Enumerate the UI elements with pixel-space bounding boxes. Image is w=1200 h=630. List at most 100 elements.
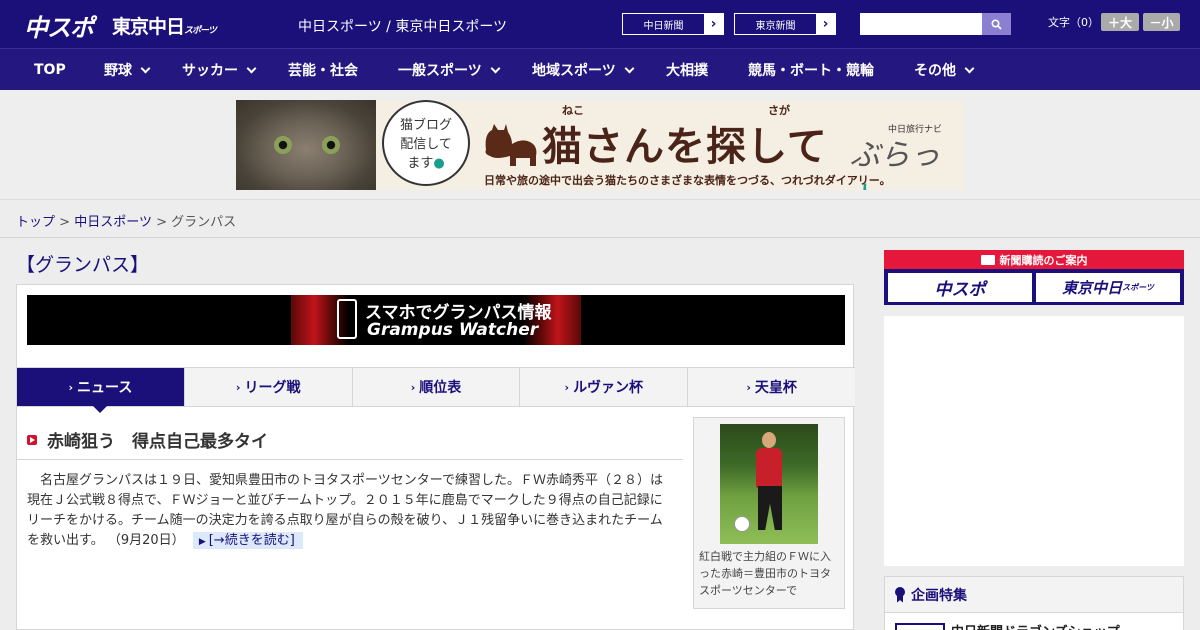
read-more-link[interactable]: ▶ [→続きを読む] xyxy=(192,532,303,549)
breadcrumb: トップ > 中日スポーツ > グランパス xyxy=(0,201,1200,238)
cat-photo xyxy=(236,100,376,190)
chevron-down-icon xyxy=(140,63,151,73)
breadcrumb-current: グランパス xyxy=(171,215,237,230)
triangle-right-icon: ▶ xyxy=(198,537,206,547)
bubble-line-text: ます xyxy=(407,156,434,171)
chuspo-subscribe-link[interactable]: 中スポ xyxy=(888,273,1032,302)
article-date: （9月20日） xyxy=(107,533,185,548)
chevron-right-icon: › xyxy=(235,380,241,394)
article-body: 名古屋グランパスは１９日、愛知県豊田市のトヨタスポーツセンターで練習した。ＦＷ赤… xyxy=(27,471,673,552)
chevron-down-icon xyxy=(246,63,257,73)
feature-thumbnail[interactable] xyxy=(895,623,945,630)
font-bigger-button[interactable]: ＋大 xyxy=(1101,13,1139,31)
chevron-right-icon: › xyxy=(410,380,416,394)
font-smaller-button[interactable]: －小 xyxy=(1143,13,1180,31)
breadcrumb-chunichi-sports-link[interactable]: 中日スポーツ xyxy=(74,215,152,230)
main-card: スマホでグランパス情報 Grampus Watcher › ニュース › リーグ戦 … xyxy=(16,284,855,630)
nav-item-label: サッカー xyxy=(182,63,238,79)
tab-league[interactable]: › リーグ戦 xyxy=(185,368,353,406)
subscription-header: 新聞購読のご案内 xyxy=(884,250,1184,269)
grampus-watcher-line2: Grampus Watcher xyxy=(367,320,539,340)
search-input[interactable] xyxy=(860,13,982,35)
article-photo[interactable] xyxy=(720,424,818,544)
tokyo-shimbun-link[interactable]: 東京新聞 › xyxy=(734,13,836,35)
nav-item-other[interactable]: その他 xyxy=(914,49,975,91)
nav-item-label: 一般スポーツ xyxy=(398,63,482,79)
nav-item-entertainment[interactable]: 芸能・社会 xyxy=(288,49,358,91)
tokyo-shimbun-label: 東京新聞 xyxy=(735,14,816,34)
page-title: 【グランパス】 xyxy=(16,254,150,276)
nav-item-label: 地域スポーツ xyxy=(532,63,616,79)
chevron-down-icon xyxy=(624,63,635,73)
banner-title: 猫さんを探して xyxy=(542,123,828,170)
player-legs xyxy=(758,486,782,530)
nav-item-label: その他 xyxy=(914,63,956,79)
nav-item-top[interactable]: TOP xyxy=(34,49,66,91)
nav-item-sumo[interactable]: 大相撲 xyxy=(666,49,708,91)
nav-item-label: 大相撲 xyxy=(666,63,708,79)
tokyo-chunichi-subscribe-small: スポーツ xyxy=(1122,283,1154,292)
nav-item-label: 競馬・ボート・競輪 xyxy=(748,63,874,79)
newspaper-icon xyxy=(980,254,995,265)
feature-title: 企画特集 xyxy=(911,587,967,604)
speech-bubble: 猫ブログ 配信して ます● xyxy=(382,100,470,186)
subscription-title: 新聞購読のご案内 xyxy=(999,253,1088,267)
burabito-logo-kanji: 人 xyxy=(850,182,880,190)
site-name: 中日スポーツ / 東京中日スポーツ xyxy=(298,19,508,35)
player-body xyxy=(756,448,782,488)
article-title[interactable]: 赤崎狙う 得点自己最多タイ xyxy=(27,427,268,452)
feature-item-link[interactable]: 中日新聞ドラゴンズショップ xyxy=(951,621,1120,630)
burabito-logo-text: ぶらっ xyxy=(850,138,940,173)
chevron-right-icon: › xyxy=(564,380,570,394)
search-icon xyxy=(991,18,1002,30)
cat-blog-banner[interactable]: 猫ブログ 配信して ます● ねこ さが 猫さんを探して 日常や旅の途中で出会う猫… xyxy=(236,100,964,190)
tab-emperors-cup[interactable]: › 天皇杯 xyxy=(688,368,855,406)
article-photo-box: 紅白戦で主力組のＦＷに入った赤崎＝豊田市のトヨタスポーツセンターで xyxy=(693,417,845,609)
chevron-right-icon: › xyxy=(746,380,751,394)
advertisement-slot xyxy=(884,316,1184,566)
cat-eye xyxy=(274,136,292,154)
nav-item-racing[interactable]: 競馬・ボート・競輪 xyxy=(748,49,874,91)
tab-label: 天皇杯 xyxy=(754,380,797,396)
chevron-down-icon xyxy=(490,63,501,73)
font-size-label: 文字（0） xyxy=(1048,16,1099,29)
nav-item-local-sports[interactable]: 地域スポーツ xyxy=(532,49,635,91)
chevron-right-icon: › xyxy=(68,380,74,394)
breadcrumb-separator: > xyxy=(156,215,167,230)
grampus-watcher-banner[interactable]: スマホでグランパス情報 Grampus Watcher xyxy=(27,295,845,345)
search-button[interactable] xyxy=(982,13,1011,35)
bubble-line: 配信して xyxy=(400,137,452,152)
soccer-ball xyxy=(734,516,750,532)
breadcrumb-top-link[interactable]: トップ xyxy=(16,215,55,230)
banner-subtitle: 日常や旅の途中で出会う猫たちのさまざまな表情をつづる、つれづれダイアリー。 xyxy=(484,174,891,187)
tab-label: ニュース xyxy=(77,380,133,396)
chevron-right-icon: › xyxy=(816,14,835,34)
tokyo-chunichi-subscribe-text: 東京中日 xyxy=(1062,279,1123,297)
tokyo-chunichi-logo-text: 東京中日 xyxy=(112,16,185,38)
nav-item-baseball[interactable]: 野球 xyxy=(104,49,151,91)
cat-eye xyxy=(322,136,340,154)
chunichi-shimbun-link[interactable]: 中日新聞 › xyxy=(622,13,724,35)
grampus-watcher-inner: スマホでグランパス情報 Grampus Watcher xyxy=(291,295,581,345)
medal-icon xyxy=(895,586,905,603)
cat-silhouette-icon xyxy=(485,124,537,166)
tab-label: 順位表 xyxy=(419,380,462,396)
player-head xyxy=(762,432,776,448)
tab-label: リーグ戦 xyxy=(244,380,301,396)
tokyo-chunichi-logo[interactable]: 東京中日スポーツ xyxy=(112,12,217,39)
tab-label: ルヴァン杯 xyxy=(573,380,644,396)
smartphone-icon xyxy=(337,299,357,339)
nav-item-label: TOP xyxy=(34,62,66,78)
tab-standings[interactable]: › 順位表 xyxy=(353,368,521,406)
nav-item-soccer[interactable]: サッカー xyxy=(182,49,257,91)
nav-item-label: 芸能・社会 xyxy=(288,63,358,79)
tab-news[interactable]: › ニュース xyxy=(17,368,185,413)
chuspo-logo[interactable]: 中スポ xyxy=(24,8,94,43)
category-tabs: › ニュース › リーグ戦 › 順位表 › ルヴァン杯 › 天皇杯 xyxy=(17,367,855,413)
tokyo-chunichi-subscribe-link[interactable]: 東京中日 スポーツ xyxy=(1036,273,1180,302)
tab-levain-cup[interactable]: › ルヴァン杯 xyxy=(520,368,689,406)
feature-header: 企画特集 xyxy=(885,577,1183,613)
nav-item-general-sports[interactable]: 一般スポーツ xyxy=(398,49,501,91)
bubble-line: 猫ブログ xyxy=(399,118,452,133)
top-header: 中スポ 東京中日スポーツ 中日スポーツ / 東京中日スポーツ 中日新聞 › 東京… xyxy=(0,0,1200,48)
